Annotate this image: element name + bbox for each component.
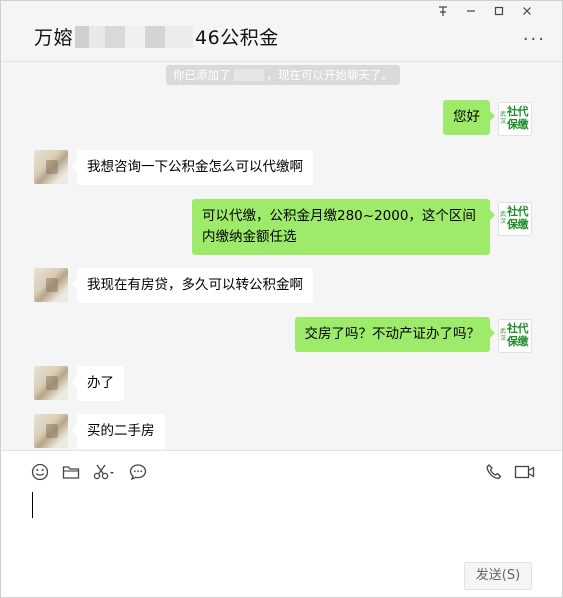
send-button[interactable]: 发送(S) (464, 562, 532, 590)
avatar-big-text: 社代保缴 (507, 105, 529, 131)
message-bubble[interactable]: 您好 (443, 100, 495, 135)
chat-bubble-icon[interactable] (129, 463, 149, 483)
text-input-caret[interactable] (32, 492, 33, 518)
folder-icon[interactable] (62, 463, 82, 483)
maximize-icon[interactable] (485, 4, 513, 22)
avatar[interactable] (34, 414, 68, 448)
avatar[interactable] (34, 366, 68, 400)
avatar-small-text: 武汉 (500, 328, 507, 342)
chat-window: 万嫆 46公积金 ··· 你已添加了 ，现在可以开始聊天了。 您好 武汉 社代保… (0, 0, 563, 598)
avatar[interactable] (34, 150, 68, 184)
chat-title-prefix: 万嫆 (34, 27, 74, 49)
video-icon[interactable] (514, 463, 536, 483)
chat-title-suffix: 46公积金 (195, 27, 279, 49)
redacted-name (75, 25, 194, 48)
system-notice-prefix: 你已添加了 (173, 68, 231, 82)
phone-icon[interactable] (485, 463, 505, 483)
avatar-big-text: 社代保缴 (507, 205, 529, 231)
avatar-small-text: 武汉 (500, 111, 507, 125)
message-list[interactable]: 你已添加了 ，现在可以开始聊天了。 您好 武汉 社代保缴 我想咨询一下公积金怎么… (1, 62, 562, 450)
avatar[interactable]: 武汉 社代保缴 (498, 102, 532, 136)
avatar[interactable]: 武汉 社代保缴 (498, 319, 532, 353)
message-bubble[interactable]: 我想咨询一下公积金怎么可以代缴啊 (72, 150, 313, 185)
scissors-icon[interactable] (93, 463, 119, 483)
avatar-big-text: 社代保缴 (507, 322, 529, 348)
avatar-small-text: 武汉 (500, 211, 507, 225)
avatar[interactable]: 武汉 社代保缴 (498, 202, 532, 236)
chat-title: 万嫆 46公积金 (34, 23, 279, 50)
message-bubble[interactable]: 办了 (72, 366, 124, 401)
message-bubble[interactable]: 可以代缴，公积金月缴280~2000，这个区间内缴纳金额任选 (192, 199, 495, 255)
system-notice-suffix: ，现在可以开始聊天了。 (266, 68, 394, 82)
pin-icon[interactable] (429, 4, 457, 22)
system-notice: 你已添加了 ，现在可以开始聊天了。 (166, 65, 400, 85)
title-bar: 万嫆 46公积金 ··· (1, 1, 562, 62)
more-options-icon[interactable]: ··· (523, 29, 546, 50)
avatar[interactable] (34, 268, 68, 302)
close-icon[interactable] (513, 4, 541, 22)
message-bubble[interactable]: 交房了吗？不动产证办了吗？ (294, 317, 495, 352)
message-bubble[interactable]: 买的二手房 (72, 414, 165, 449)
emoji-icon[interactable] (31, 463, 51, 483)
redacted-name (233, 69, 264, 81)
minimize-icon[interactable] (457, 4, 485, 22)
input-area: 发送(S) (1, 450, 562, 597)
message-bubble[interactable]: 我现在有房贷，多久可以转公积金啊 (72, 268, 313, 303)
